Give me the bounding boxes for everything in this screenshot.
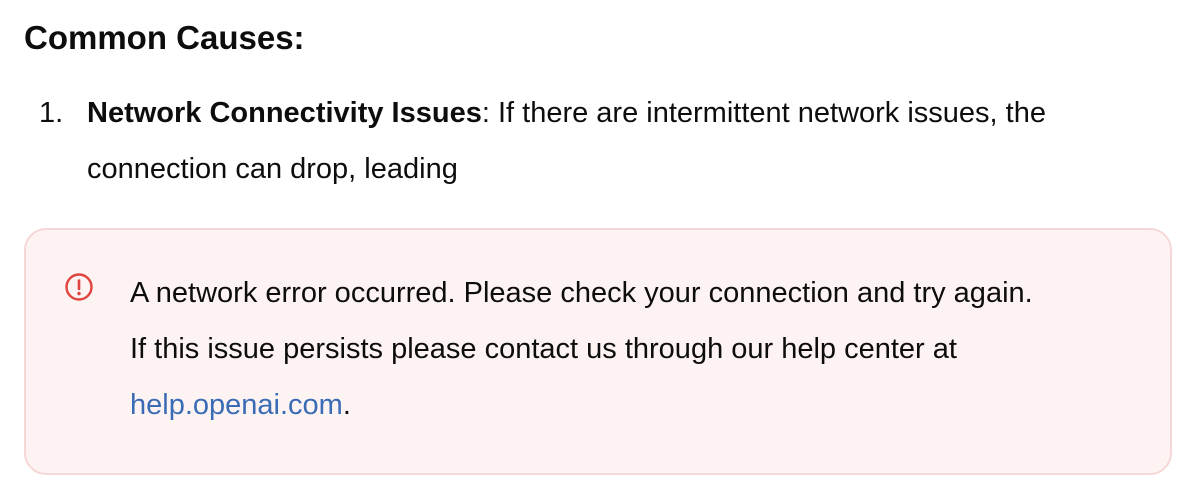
error-message-line-2: If this issue persists please contact us… <box>130 333 957 365</box>
help-center-link[interactable]: help.openai.com <box>130 389 343 421</box>
info-circle-icon <box>64 272 94 302</box>
section-heading: Common Causes: <box>24 19 305 56</box>
error-message-line-1: A network error occurred. Please check y… <box>130 277 1033 309</box>
causes-list: 1. Network Connectivity Issues: If there … <box>24 85 1176 197</box>
network-error-alert: A network error occurred. Please check y… <box>24 228 1172 475</box>
list-item-number: 1. <box>39 97 64 129</box>
list-item: 1. Network Connectivity Issues: If there … <box>24 85 1176 197</box>
list-item-title: Network Connectivity Issues <box>87 97 482 129</box>
error-message-period: . <box>342 389 351 421</box>
list-item-separator: : <box>481 97 490 129</box>
error-message: A network error occurred. Please check y… <box>130 265 1150 433</box>
